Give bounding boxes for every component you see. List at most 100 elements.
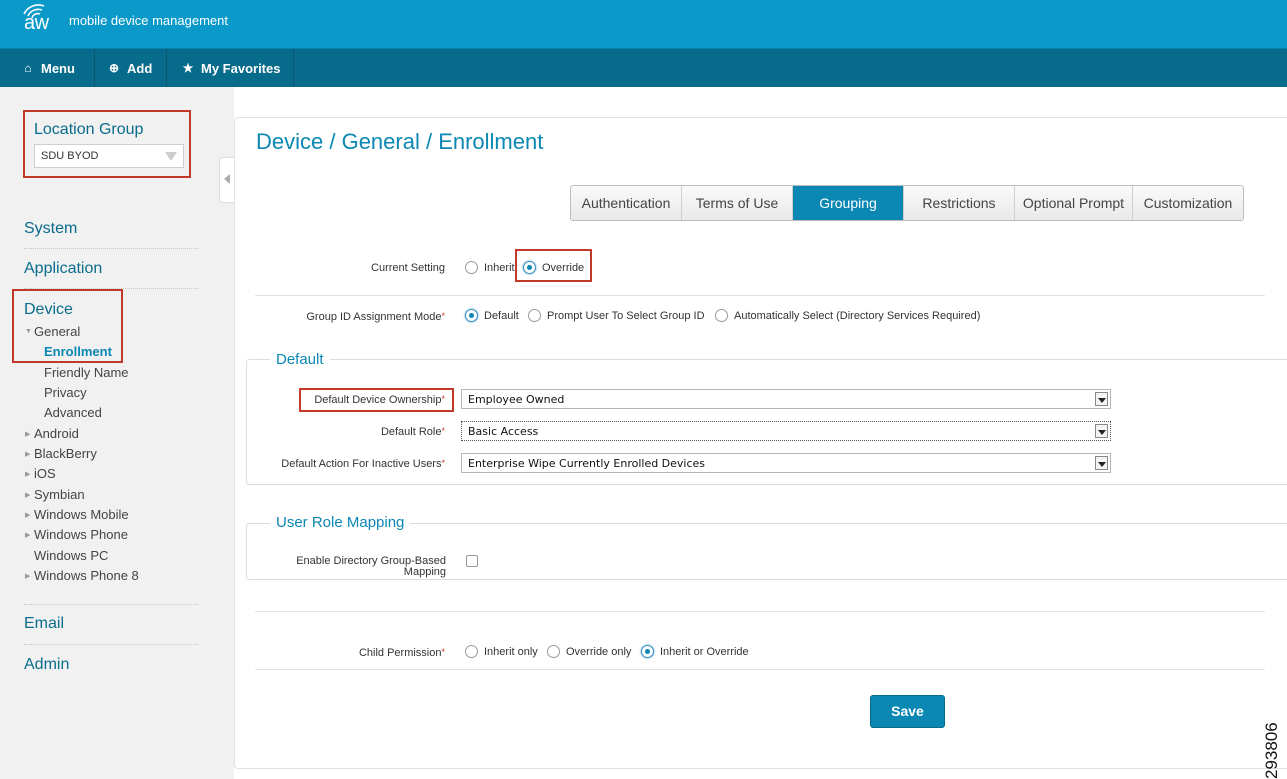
location-group-title: Location Group: [34, 121, 144, 138]
sidebar-item-windows-phone-8[interactable]: Windows Phone 8: [34, 568, 139, 583]
logo-text: aw: [24, 12, 49, 34]
star-icon: ★: [182, 61, 194, 75]
triangle-right-icon: ▶: [25, 431, 31, 438]
required-marker: *: [441, 311, 445, 321]
child-permission-both-label[interactable]: Inherit or Override: [660, 646, 749, 658]
group-id-auto-label[interactable]: Automatically Select (Directory Services…: [734, 310, 980, 322]
divider: [255, 669, 1265, 670]
group-id-default-label[interactable]: Default: [484, 310, 519, 322]
required-marker: *: [441, 647, 445, 657]
sidebar-item-ios[interactable]: iOS: [34, 466, 56, 481]
enable-directory-label-line2: Mapping: [403, 566, 446, 578]
triangle-down-icon: ▼: [25, 328, 32, 335]
location-group-select[interactable]: SDU BYOD: [34, 144, 184, 168]
nav-add[interactable]: ⊕ Add: [86, 49, 167, 87]
dropdown-arrow-icon: [1095, 392, 1108, 406]
triangle-right-icon: ▶: [25, 512, 31, 519]
sidebar-item-windows-mobile[interactable]: Windows Mobile: [34, 507, 129, 522]
sidebar-divider: [24, 644, 198, 645]
child-permission-both-radio[interactable]: [641, 645, 654, 658]
required-marker: *: [441, 426, 445, 436]
sidebar-divider: [24, 248, 198, 249]
save-button[interactable]: Save: [870, 695, 945, 728]
child-permission-override-label[interactable]: Override only: [566, 646, 631, 658]
current-setting-inherit-radio[interactable]: [465, 261, 478, 274]
sidebar-item-privacy[interactable]: Privacy: [44, 385, 87, 400]
sidebar-item-friendly-name[interactable]: Friendly Name: [44, 365, 129, 380]
tab-customization[interactable]: Customization: [1133, 186, 1243, 220]
required-marker: *: [441, 458, 445, 468]
sidebar-item-application[interactable]: Application: [24, 260, 102, 278]
divider: [255, 611, 1265, 612]
tab-restrictions[interactable]: Restrictions: [904, 186, 1015, 220]
sidebar-item-admin[interactable]: Admin: [24, 656, 69, 674]
inactive-action-label-text: Default Action For Inactive Users: [281, 458, 442, 470]
child-permission-label-text: Child Permission: [358, 647, 442, 659]
triangle-right-icon: ▶: [25, 532, 31, 539]
chevron-down-icon: [165, 152, 177, 161]
sidebar-item-system[interactable]: System: [24, 220, 77, 238]
home-icon: ⌂: [24, 61, 32, 75]
role-label: Default Role*: [290, 426, 445, 438]
tab-terms-of-use[interactable]: Terms of Use: [682, 186, 793, 220]
current-setting-inherit-label[interactable]: Inherit: [484, 262, 515, 274]
main-nav: ⌂ Menu ⊕ Add ★ My Favorites: [0, 48, 1287, 87]
location-group-value: SDU BYOD: [41, 150, 99, 162]
sidebar-item-advanced[interactable]: Advanced: [44, 405, 102, 420]
group-id-auto-radio[interactable]: [715, 309, 728, 322]
figure-number: 293806: [1262, 722, 1281, 779]
nav-menu-label: Menu: [41, 60, 75, 76]
tab-grouping[interactable]: Grouping: [793, 186, 904, 220]
page-title: Device / General / Enrollment: [256, 129, 544, 154]
top-bar: aw mobile device management: [0, 0, 1287, 48]
child-permission-inherit-radio[interactable]: [465, 645, 478, 658]
inactive-action-select[interactable]: Enterprise Wipe Currently Enrolled Devic…: [461, 453, 1111, 473]
current-setting-override-radio[interactable]: [523, 261, 536, 274]
group-id-mode-label: Group ID Assignment Mode*: [260, 311, 445, 323]
current-setting-override-label[interactable]: Override: [542, 262, 584, 274]
inactive-action-label: Default Action For Inactive Users*: [255, 458, 445, 470]
tab-optional-prompt[interactable]: Optional Prompt: [1015, 186, 1133, 220]
required-marker: *: [441, 394, 445, 404]
ownership-select[interactable]: Employee Owned: [461, 389, 1111, 409]
default-section-title: Default: [270, 351, 330, 368]
plus-circle-icon: ⊕: [108, 61, 120, 75]
app-title: mobile device management: [69, 13, 228, 28]
sidebar-item-windows-pc[interactable]: Windows PC: [34, 548, 108, 563]
sidebar-divider: [24, 604, 198, 605]
triangle-right-icon: ▶: [25, 492, 31, 499]
group-id-mode-label-text: Group ID Assignment Mode: [306, 311, 442, 323]
enable-directory-checkbox[interactable]: [466, 555, 478, 567]
sidebar-item-blackberry[interactable]: BlackBerry: [34, 446, 97, 461]
sidebar-item-android[interactable]: Android: [34, 426, 79, 441]
child-permission-override-radio[interactable]: [547, 645, 560, 658]
ownership-label: Default Device Ownership*: [290, 394, 445, 406]
tab-authentication[interactable]: Authentication: [571, 186, 682, 220]
ownership-value: Employee Owned: [468, 393, 565, 406]
sidebar-item-email[interactable]: Email: [24, 615, 64, 633]
sidebar-item-general[interactable]: General: [34, 324, 80, 339]
nav-menu[interactable]: ⌂ Menu: [0, 49, 95, 87]
nav-favorites[interactable]: ★ My Favorites: [160, 49, 294, 87]
child-permission-inherit-label[interactable]: Inherit only: [484, 646, 538, 658]
role-select[interactable]: Basic Access: [461, 421, 1111, 441]
sidebar-item-symbian[interactable]: Symbian: [34, 487, 85, 502]
chevron-left-icon: [224, 174, 230, 184]
group-id-default-radio[interactable]: [465, 309, 478, 322]
role-value: Basic Access: [468, 425, 539, 438]
nav-favorites-label: My Favorites: [201, 60, 281, 76]
group-id-prompt-radio[interactable]: [528, 309, 541, 322]
role-label-text: Default Role: [380, 426, 442, 438]
triangle-right-icon: ▶: [25, 573, 31, 580]
group-id-prompt-label[interactable]: Prompt User To Select Group ID: [547, 310, 705, 322]
sidebar-collapse-toggle[interactable]: [219, 157, 235, 203]
sidebar-item-device[interactable]: Device: [24, 301, 73, 319]
nav-add-label: Add: [127, 60, 153, 76]
triangle-right-icon: ▶: [25, 471, 31, 478]
inactive-action-value: Enterprise Wipe Currently Enrolled Devic…: [468, 457, 706, 470]
divider: [255, 295, 1265, 296]
sidebar-item-enrollment[interactable]: Enrollment: [44, 344, 112, 359]
user-role-mapping-title: User Role Mapping: [270, 514, 411, 531]
sidebar-item-windows-phone[interactable]: Windows Phone: [34, 527, 128, 542]
child-permission-label: Child Permission*: [300, 647, 445, 659]
